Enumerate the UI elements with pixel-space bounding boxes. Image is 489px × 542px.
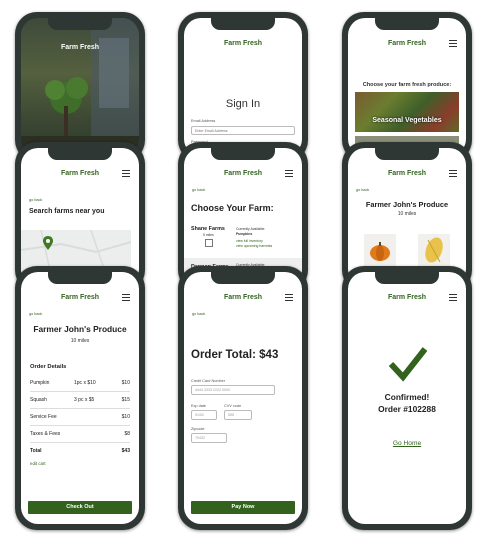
phone-produce: Farm Fresh Choose your farm fresh produc… — [342, 12, 472, 162]
product-card-squash[interactable] — [418, 234, 450, 266]
back-link[interactable]: go back — [356, 188, 369, 192]
phone-signin: Farm Fresh Sign In Email Address Passwor… — [178, 12, 308, 162]
seasonal-vegetables-label: Seasonal Vegetables — [372, 117, 442, 124]
phone-notch — [211, 272, 275, 284]
cart-farmer-title: Farmer John's Produce — [33, 324, 127, 334]
signin-title: Sign In — [225, 98, 261, 110]
item-qty: 1pc x $10 — [74, 380, 96, 386]
order-total-row: Total $43 — [30, 444, 130, 459]
cart-distance: 10 miles — [70, 338, 90, 344]
checkout-button[interactable]: Check Out — [28, 501, 132, 514]
farmer-distance: 10 miles — [397, 211, 417, 217]
total-value: $43 — [121, 448, 130, 454]
farm-card-shane[interactable]: Shane Farms 5 miles Currently Available:… — [191, 226, 295, 258]
confirmed-text: Confirmed! — [384, 392, 430, 402]
phone-notch — [211, 18, 275, 30]
credit-card-field[interactable] — [191, 385, 275, 395]
farm-name: Shane Farms — [191, 226, 225, 232]
farmer-title: Farmer John's Produce — [365, 200, 449, 209]
view-inventory-link[interactable]: view full inventory — [236, 239, 263, 243]
phone-notch — [375, 272, 439, 284]
menu-icon[interactable] — [122, 294, 130, 301]
farmer-photo — [21, 18, 139, 156]
total-label: Total — [30, 448, 42, 454]
order-details-heading: Order Details — [30, 364, 67, 370]
farm-distance: 5 miles — [203, 233, 214, 237]
item-name: Taxes & Fees — [30, 431, 61, 437]
item-price: $8 — [124, 431, 130, 437]
phone-confirmation: Farm Fresh Confirmed! Order #102288 Go H… — [342, 266, 472, 530]
available-item: Pumpkins — [236, 232, 253, 236]
menu-icon[interactable] — [122, 170, 130, 177]
item-name: Service Fee — [30, 414, 57, 420]
edit-cart-link[interactable]: edit cart — [30, 461, 46, 466]
pumpkin-image — [370, 242, 390, 261]
cvv-field[interactable] — [224, 410, 252, 420]
email-label: Email Address — [191, 119, 216, 123]
order-row: Service Fee $10 — [30, 410, 130, 426]
menu-icon[interactable] — [449, 170, 457, 177]
seasonal-vegetables-card[interactable]: Seasonal Vegetables — [355, 92, 459, 132]
phone-notch — [48, 272, 112, 284]
phone-landing: Farm Fresh — [15, 12, 145, 162]
choose-farm-title: Choose Your Farm: — [191, 203, 274, 213]
order-row: Squash 3 pc x $5 $15 — [30, 393, 130, 409]
pay-now-button[interactable]: Pay Now — [191, 501, 295, 514]
cc-label: Credit Card Number — [191, 379, 225, 383]
payment-screen: Farm Fresh go back Order Total: $43 Cred… — [184, 272, 302, 524]
phone-notch — [48, 18, 112, 30]
exp-label: Exp date — [191, 404, 206, 408]
phone-payment: Farm Fresh go back Order Total: $43 Cred… — [178, 266, 308, 530]
produce-heading: Choose your farm fresh produce: — [362, 82, 452, 88]
squash-image — [425, 237, 443, 263]
zipcode-field[interactable] — [191, 433, 227, 443]
map-pin-icon[interactable] — [43, 236, 53, 250]
phone-notch — [375, 18, 439, 30]
product-card-pumpkin[interactable] — [364, 234, 396, 266]
checkmark-icon — [388, 347, 428, 382]
signin-screen: Farm Fresh Sign In Email Address Passwor… — [184, 18, 302, 156]
landing-title: Farm Fresh — [60, 44, 100, 51]
back-link[interactable]: go back — [29, 312, 42, 316]
order-total-title: Order Total: $43 — [191, 349, 279, 361]
cvv-label: CVV code — [224, 404, 242, 408]
back-link[interactable]: go back — [192, 312, 205, 316]
exp-date-field[interactable] — [191, 410, 217, 420]
item-qty: 3 pc x $5 — [74, 397, 95, 403]
item-price: $15 — [121, 397, 130, 403]
farm-checkbox[interactable] — [205, 239, 213, 247]
menu-icon[interactable] — [449, 294, 457, 301]
back-link[interactable]: go back — [29, 198, 42, 202]
menu-icon[interactable] — [285, 294, 293, 301]
view-harvests-link[interactable]: view upcoming harvests — [236, 244, 272, 248]
confirmation-screen: Farm Fresh Confirmed! Order #102288 Go H… — [348, 272, 466, 524]
email-field[interactable] — [191, 126, 295, 135]
order-row: Pumpkin 1pc x $10 $10 — [30, 376, 130, 392]
item-name: Pumpkin — [30, 380, 50, 386]
phone-notch — [211, 148, 275, 160]
item-name: Squash — [30, 397, 47, 403]
zip-label: Zipcode — [191, 427, 205, 431]
phone-cart: Farm Fresh go back Farmer John's Produce… — [15, 266, 145, 530]
landing-screen: Farm Fresh — [21, 18, 139, 156]
phone-notch — [375, 148, 439, 160]
item-price: $10 — [121, 414, 130, 420]
item-price: $10 — [121, 380, 130, 386]
menu-icon[interactable] — [449, 40, 457, 47]
back-link[interactable]: go back — [192, 188, 205, 192]
produce-screen: Farm Fresh Choose your farm fresh produc… — [348, 18, 466, 156]
search-heading: Search farms near you — [29, 208, 105, 215]
order-number: Order #102288 — [378, 404, 436, 414]
cart-screen: Farm Fresh go back Farmer John's Produce… — [21, 272, 139, 524]
app-logo: Farm Fresh — [223, 40, 263, 47]
available-label: Currently Available: — [236, 227, 266, 231]
go-home-link[interactable]: Go Home — [348, 440, 466, 447]
phone-notch — [48, 148, 112, 160]
order-row: Taxes & Fees $8 — [30, 427, 130, 443]
menu-icon[interactable] — [285, 170, 293, 177]
